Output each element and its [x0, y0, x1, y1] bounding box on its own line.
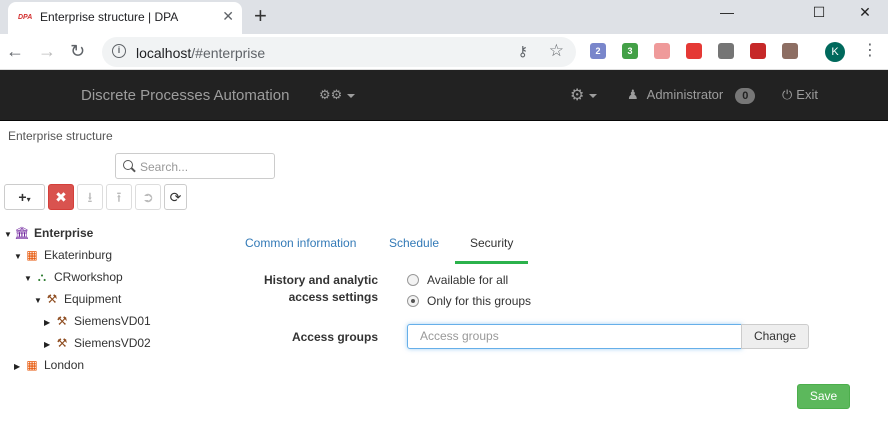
tree-node[interactable]: ▼ ▦ Ekaterinburg [14, 248, 112, 268]
dpa-favicon-icon: DPA [18, 14, 33, 21]
adblock-extension-icon[interactable] [686, 43, 702, 59]
caret-down-icon[interactable]: ▼ [4, 230, 14, 239]
tab-security[interactable]: Security [455, 232, 529, 264]
address-bar[interactable]: i localhost/#enterprise ⚷ ☆ [102, 37, 576, 67]
circle-extension-icon[interactable] [718, 43, 734, 59]
upload-button[interactable]: ⭱ [106, 184, 132, 210]
extension-badge: 3 [627, 46, 633, 56]
user-name: Administrator [646, 87, 724, 102]
tab-common-information[interactable]: Common information [245, 232, 356, 264]
brand-title[interactable]: Discrete Processes Automation [81, 87, 289, 104]
extension-badge: 2 [595, 46, 601, 56]
minimize-window-button[interactable]: — [704, 0, 750, 28]
search-icon [123, 160, 133, 170]
radio-only-for-groups[interactable]: Only for this groups [407, 294, 531, 308]
forward-arrow-icon[interactable]: → [38, 40, 56, 62]
breadcrumb: Enterprise structure [8, 129, 113, 143]
download-icon: ⭳ [87, 189, 93, 205]
chevron-down-icon [347, 93, 356, 98]
delete-icon: ✖ [55, 189, 67, 205]
browser-toolbar: ← → ↻ i localhost/#enterprise ⚷ ☆ 2 3 K ⋮ [0, 34, 888, 70]
refresh-button[interactable]: ⟳ [164, 184, 187, 210]
back-arrow-icon[interactable]: ← [6, 40, 24, 62]
circle-arrow-icon: ➲ [142, 189, 154, 205]
tree-node-label: SiemensVD01 [74, 314, 151, 328]
radio-button-checked[interactable] [407, 294, 419, 307]
browser-tab[interactable]: DPA Enterprise structure | DPA ✕ [8, 2, 242, 34]
reader-extension-icon[interactable] [782, 43, 798, 59]
browser-menu-icon[interactable]: ⋮ [862, 40, 878, 60]
app-navbar: Discrete Processes Automation ⚙⚙ ⚙ ♟ Admi… [0, 70, 888, 121]
save-button[interactable]: Save [797, 384, 850, 409]
modules-dropdown[interactable]: ⚙⚙ [319, 87, 356, 103]
new-tab-button[interactable]: + [254, 4, 267, 28]
bookmark-star-icon[interactable]: ☆ [549, 41, 564, 61]
building-icon: ▦ [26, 248, 38, 262]
caret-right-icon[interactable]: ▶ [44, 340, 54, 349]
search-input[interactable] [140, 158, 270, 176]
navigate-button[interactable]: ➲ [135, 184, 161, 210]
power-icon: ⏻ [782, 87, 793, 102]
tree-node-label: Ekaterinburg [44, 248, 113, 262]
delete-button[interactable]: ✖ [48, 184, 74, 210]
reload-icon[interactable]: ↻ [70, 40, 85, 62]
modules-icon: ⚙⚙ [319, 87, 343, 102]
refresh-icon: ⟳ [169, 189, 182, 205]
browser-tab-title: Enterprise structure | DPA [40, 10, 179, 24]
tree-node-label: Equipment [64, 292, 122, 306]
change-button[interactable]: Change [741, 324, 809, 349]
tree-node-label: London [44, 358, 85, 372]
tree-search[interactable] [115, 153, 275, 179]
mail-extension-icon[interactable]: 2 [590, 43, 606, 59]
caret-down-icon[interactable]: ▼ [14, 252, 24, 261]
close-tab-icon[interactable]: ✕ [222, 8, 234, 25]
download-button[interactable]: ⭳ [77, 184, 103, 210]
access-groups-label: Access groups [291, 330, 378, 344]
profile-avatar[interactable]: K [825, 42, 845, 62]
pen-extension-icon[interactable] [654, 43, 670, 59]
site-info-icon[interactable]: i [112, 44, 126, 58]
radio-button[interactable] [407, 273, 419, 286]
gear-icon: ⚙ [570, 87, 585, 104]
equipment-icon: ⚒ [46, 292, 58, 306]
machine-icon: ⚒ [56, 314, 68, 328]
caret-right-icon[interactable]: ▶ [14, 362, 24, 371]
tree-node[interactable]: ▶ ⚒ SiemensVD01 [44, 314, 151, 334]
tree-node[interactable]: ▼ ⛬ CRworkshop [24, 270, 123, 290]
tree-node-label: CRworkshop [54, 270, 123, 284]
maximize-window-button[interactable]: ☐ [796, 0, 842, 28]
notification-badge: 0 [735, 88, 756, 104]
key-icon[interactable]: ⚷ [518, 43, 528, 60]
browser-tab-strip: DPA Enterprise structure | DPA ✕ + — ☐ ✕ [0, 0, 888, 34]
user-icon: ♟ [627, 87, 639, 102]
building-icon: ▦ [26, 358, 38, 372]
add-dropdown-button[interactable]: +▾ [4, 184, 45, 210]
access-groups-input[interactable]: Access groups [407, 324, 742, 349]
radio-available-for-all[interactable]: Available for all [407, 273, 508, 287]
pdf-extension-icon[interactable] [750, 43, 766, 59]
close-window-button[interactable]: ✕ [842, 0, 888, 28]
tree-node[interactable]: ▼ 🏛 Enterprise [4, 226, 93, 246]
settings-dropdown[interactable]: ⚙ [570, 85, 598, 105]
history-access-label: History and analytic access settings [263, 273, 378, 304]
chevron-down-icon [589, 93, 598, 98]
url-text[interactable]: localhost/#enterprise [136, 45, 265, 61]
tree-node-label: SiemensVD02 [74, 336, 151, 350]
caret-down-icon[interactable]: ▼ [24, 274, 34, 283]
exit-link[interactable]: ⏻ Exit [782, 87, 818, 103]
upload-icon: ⭱ [116, 189, 122, 205]
tree-node[interactable]: ▶ ▦ London [14, 358, 84, 378]
user-menu[interactable]: ♟ Administrator 0 [627, 87, 756, 104]
tree-node[interactable]: ▶ ⚒ SiemensVD02 [44, 336, 151, 356]
machine-icon: ⚒ [56, 336, 68, 350]
tab-schedule[interactable]: Schedule [389, 232, 439, 264]
caret-right-icon[interactable]: ▶ [44, 318, 54, 327]
caret-down-icon[interactable]: ▼ [34, 296, 44, 305]
enterprise-icon: 🏛 [14, 226, 30, 240]
tree-node-label: Enterprise [34, 226, 94, 240]
tree-node[interactable]: ▼ ⚒ Equipment [34, 292, 121, 312]
workshop-icon: ⛬ [37, 270, 47, 284]
counter-extension-icon[interactable]: 3 [622, 43, 638, 59]
